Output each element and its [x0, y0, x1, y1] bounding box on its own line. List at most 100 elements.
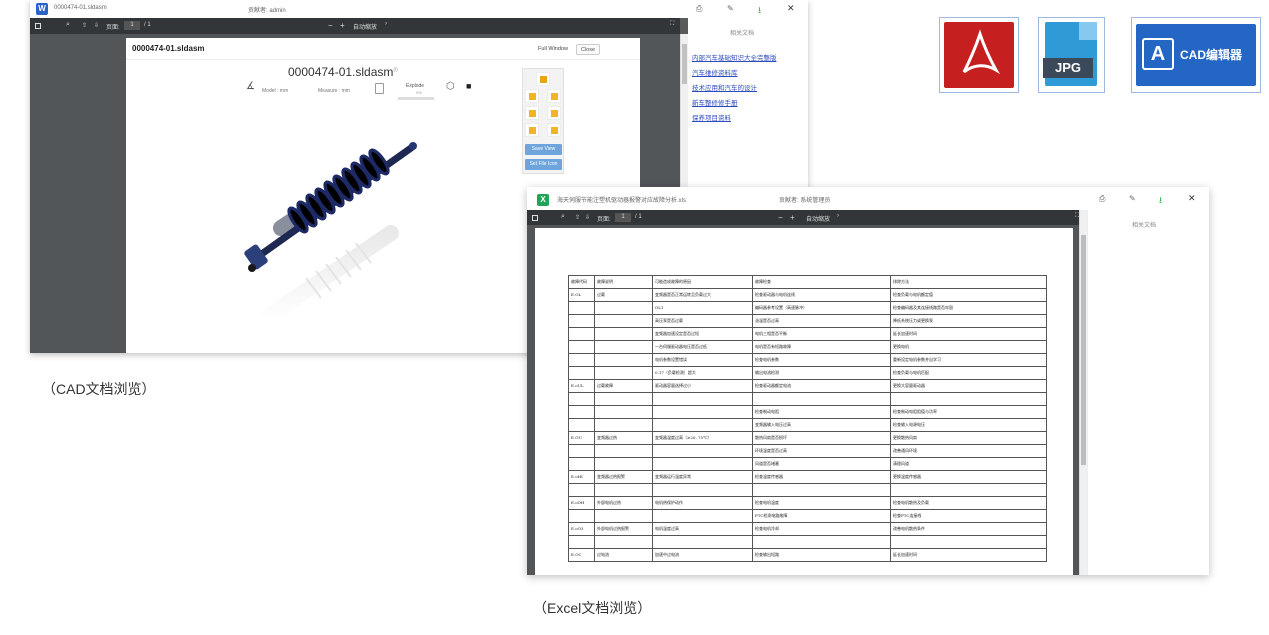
prev-page-icon[interactable]: ⇧	[575, 214, 580, 221]
table-cell[interactable]	[594, 327, 653, 341]
zoom-out-button[interactable]: −	[778, 213, 783, 222]
search-icon[interactable]: ⌕	[66, 21, 70, 29]
table-cell[interactable]: 更换电机	[890, 340, 1047, 354]
close-icon[interactable]: ✕	[1188, 193, 1196, 204]
table-cell[interactable]: 风道是否堵塞	[752, 457, 891, 471]
pdf-file-icon[interactable]	[939, 17, 1019, 93]
table-cell[interactable]: 输出电流检测	[752, 366, 891, 380]
table-cell[interactable]	[594, 535, 653, 549]
table-cell[interactable]	[568, 340, 595, 354]
zoom-select[interactable]: 自动缩放	[353, 22, 377, 31]
measure-angle-icon[interactable]: ∡	[246, 81, 255, 92]
table-cell[interactable]: E.oUL	[568, 379, 595, 393]
table-cell[interactable]: 检查输入电源电压	[890, 418, 1047, 432]
close-icon[interactable]: ✕	[787, 3, 795, 14]
table-cell[interactable]	[594, 353, 653, 367]
table-cell[interactable]	[568, 366, 595, 380]
table-cell[interactable]: 高压泵是否过载	[652, 314, 753, 328]
document-icon[interactable]	[375, 83, 384, 94]
table-cell[interactable]	[594, 483, 653, 497]
table-cell[interactable]: 变频器过热报警	[594, 470, 653, 484]
table-cell[interactable]	[652, 444, 753, 458]
related-link[interactable]: 汽车维修资料库	[692, 67, 738, 77]
view-bottom-tile[interactable]	[547, 123, 561, 137]
table-cell[interactable]	[652, 418, 753, 432]
table-cell[interactable]: 变频器输入电压过高	[752, 418, 891, 432]
table-cell[interactable]: 检查电机参数	[752, 353, 891, 367]
table-cell[interactable]	[568, 535, 595, 549]
table-cell[interactable]: 一台伺服驱动器电压是否过低	[652, 340, 753, 354]
table-cell[interactable]: E.OC	[568, 548, 595, 562]
page-number-input[interactable]: 1	[615, 213, 631, 222]
table-cell[interactable]: 更换温度传感器	[890, 470, 1047, 484]
related-link[interactable]: 内部汽车基础知识大全完整版	[692, 52, 777, 62]
table-cell[interactable]: 电机热保护动作	[652, 496, 753, 510]
table-cell[interactable]: 检查输出短路	[752, 548, 891, 562]
table-cell[interactable]	[752, 392, 891, 406]
table-cell[interactable]: 检查负载与电机额定值	[890, 288, 1047, 302]
edit-icon[interactable]: ✎	[1129, 194, 1136, 203]
table-cell[interactable]: 电机参数设置错误	[652, 353, 753, 367]
table-cell[interactable]	[594, 509, 653, 523]
table-cell[interactable]	[890, 483, 1047, 497]
related-link[interactable]: 技术应用和汽车的设计	[692, 82, 757, 92]
edit-icon[interactable]: ✎	[727, 4, 734, 13]
scrollbar-thumb[interactable]	[1081, 235, 1086, 465]
table-cell[interactable]: E.oO3	[568, 522, 595, 536]
table-cell[interactable]	[594, 444, 653, 458]
prev-page-icon[interactable]: ⇧	[82, 22, 87, 29]
table-cell[interactable]	[594, 314, 653, 328]
table-cell[interactable]	[594, 301, 653, 315]
table-cell[interactable]: 油温是否过高	[752, 314, 891, 328]
table-cell[interactable]: 过电流	[594, 548, 653, 562]
table-cell[interactable]	[652, 405, 753, 419]
table-cell[interactable]	[594, 418, 653, 432]
table-cell[interactable]: E.oHI	[568, 470, 595, 484]
related-link[interactable]: 保养项目资料	[692, 112, 731, 122]
table-cell[interactable]: E.oOH	[568, 496, 595, 510]
table-cell[interactable]	[890, 535, 1047, 549]
table-cell[interactable]	[568, 457, 595, 471]
table-cell[interactable]	[652, 457, 753, 471]
table-cell[interactable]: 0.17（负载检测）超大	[652, 366, 753, 380]
zoom-chevron-icon[interactable]: ›	[837, 213, 839, 219]
zoom-out-button[interactable]: −	[328, 21, 333, 30]
table-cell[interactable]	[568, 405, 595, 419]
cube-icon[interactable]: ⬡	[446, 81, 455, 92]
full-window-button[interactable]: Full Window	[538, 46, 568, 52]
related-link[interactable]: 新车整修修手册	[692, 97, 738, 107]
table-cell[interactable]: 检查驱动器与电机连线	[752, 288, 891, 302]
view-iso-tile[interactable]	[536, 72, 550, 86]
table-cell[interactable]: 检查编码器及其连接线路是否牢固	[890, 301, 1047, 315]
table-cell[interactable]: 重新设定电机参数并自学习	[890, 353, 1047, 367]
download-icon[interactable]: ⭳	[758, 3, 761, 19]
table-cell[interactable]: 清理风道	[890, 457, 1047, 471]
next-page-icon[interactable]: ⇩	[94, 22, 99, 29]
table-cell[interactable]: 检查驱动器额定电流	[752, 379, 891, 393]
next-page-icon[interactable]: ⇩	[585, 214, 590, 221]
table-cell[interactable]: 延长加速时间	[890, 548, 1047, 562]
table-cell[interactable]: 检查制动电阻阻值与功率	[890, 405, 1047, 419]
jpg-file-icon[interactable]: JPG	[1038, 17, 1105, 93]
table-cell[interactable]	[568, 483, 595, 497]
explode-slider[interactable]	[398, 97, 434, 100]
table-cell[interactable]: E.OU	[568, 431, 595, 445]
table-cell[interactable]: 外部电机过热	[594, 496, 653, 510]
table-cell[interactable]	[568, 509, 595, 523]
save-view-button[interactable]: Save View	[525, 144, 562, 155]
table-cell[interactable]: 变频器是否正常运转且负载过大	[652, 288, 753, 302]
table-cell[interactable]: 变频器运行温度异常	[652, 470, 753, 484]
table-cell[interactable]	[752, 483, 891, 497]
table-cell[interactable]	[568, 327, 595, 341]
table-cell[interactable]: 检查电机温度	[752, 496, 891, 510]
table-cell[interactable]: 检查电机冷却	[752, 522, 891, 536]
table-cell[interactable]	[890, 392, 1047, 406]
table-cell[interactable]: 变频器过热	[594, 431, 653, 445]
cad-editor-icon[interactable]: A CAD编辑器	[1131, 17, 1261, 93]
table-cell[interactable]	[752, 535, 891, 549]
table-cell[interactable]	[594, 405, 653, 419]
table-cell[interactable]	[568, 353, 595, 367]
table-cell[interactable]	[652, 392, 753, 406]
zoom-in-button[interactable]: +	[340, 21, 345, 30]
table-cell[interactable]: 改善电机散热条件	[890, 522, 1047, 536]
